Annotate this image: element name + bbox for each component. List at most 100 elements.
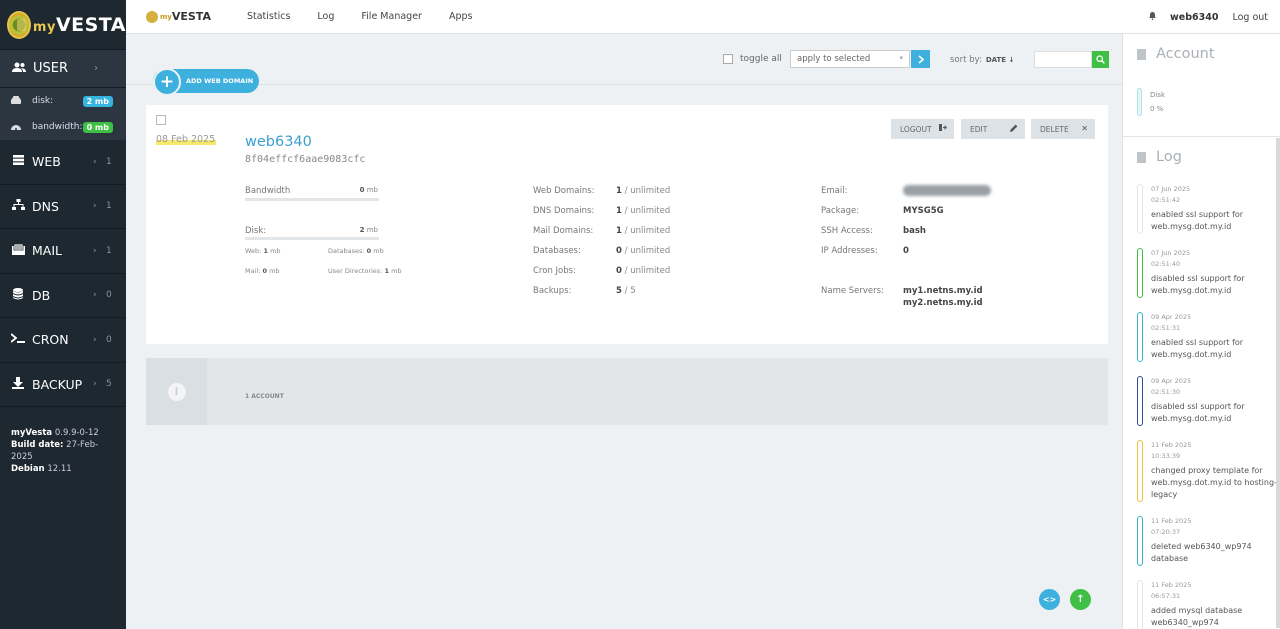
- terminal-icon: [10, 333, 25, 346]
- name-server-1: my1.netns.my.id: [903, 286, 983, 296]
- apply-button[interactable]: [911, 50, 930, 68]
- name-server-2: my2.netns.my.id: [903, 298, 983, 308]
- log-scrollbar[interactable]: [1276, 138, 1280, 628]
- username-link[interactable]: web6340: [1170, 12, 1218, 23]
- backups-value: 5 / 5: [616, 286, 636, 296]
- bulk-action-select[interactable]: apply to selected ▾: [790, 50, 910, 68]
- summary-icon-area: i: [146, 358, 207, 425]
- disk-user-directories: User Directories: 1 mb: [328, 267, 402, 275]
- top-logo[interactable]: my VESTA: [146, 10, 211, 23]
- version-info: myVesta 0.9.9-0-12 Build date: 27-Feb-20…: [11, 428, 99, 474]
- edit-button[interactable]: EDIT: [961, 119, 1025, 139]
- log-entry[interactable]: 11 Feb 2025 10:33:39 changed proxy templ…: [1137, 440, 1277, 516]
- nav-apps[interactable]: Apps: [449, 11, 473, 22]
- toolbar: toggle all apply to selected ▾ sort by: D…: [126, 34, 1122, 96]
- ssh-access-value: bash: [903, 226, 926, 236]
- log-entry[interactable]: 09 Apr 2025 02:51:30 disabled ssl suppor…: [1137, 376, 1277, 440]
- disk-databases: Databases: 0 mb: [328, 247, 384, 255]
- logout-link[interactable]: Log out: [1232, 12, 1268, 23]
- created-date: 08 Feb 2025: [156, 134, 217, 145]
- mail-domains-value: 1 / unlimited: [616, 226, 671, 236]
- dns-domains-label: DNS Domains:: [533, 206, 595, 216]
- bandwidth-stat: bandwidth: 0 mb: [0, 114, 126, 140]
- nav-log[interactable]: Log: [317, 11, 334, 22]
- close-icon: ✕: [1081, 124, 1088, 133]
- top-navigation: my VESTA Statistics Log File Manager Apps…: [126, 0, 1280, 34]
- server-icon: [11, 155, 25, 168]
- user-card: 08 Feb 2025 web6340 8f04effcf6aae9083cfc…: [146, 105, 1108, 344]
- sidebar-item-web[interactable]: WEB › 1: [0, 140, 126, 185]
- sidebar-item-backup[interactable]: BACKUP › 5: [0, 363, 126, 407]
- sort-value[interactable]: DATE ↓: [986, 56, 1015, 64]
- search-input[interactable]: [1034, 51, 1092, 68]
- chevron-right-icon: ›: [93, 201, 97, 212]
- package-label: Package:: [821, 206, 860, 216]
- download-icon: [11, 376, 25, 392]
- user-section: USER › disk: 2 mb bandwidth: 0 mb: [0, 50, 126, 140]
- search-button[interactable]: [1092, 51, 1109, 68]
- log-entry[interactable]: 09 Apr 2025 02:51:31 enabled ssl support…: [1137, 312, 1277, 376]
- databases-value: 0 / unlimited: [616, 246, 671, 256]
- code-icon[interactable]: <>: [1039, 589, 1060, 610]
- ssh-access-label: SSH Access:: [821, 226, 873, 236]
- delete-button[interactable]: DELETE ✕: [1031, 119, 1095, 139]
- disk-value: 2 mb: [359, 226, 378, 234]
- ip-addresses-label: IP Addresses:: [821, 246, 878, 256]
- summary-bar: i 1 ACCOUNT: [146, 358, 1108, 425]
- database-icon: [11, 287, 25, 303]
- chevron-right-icon: ›: [93, 156, 97, 167]
- bandwidth-value: 0 mb: [359, 186, 378, 194]
- plus-icon[interactable]: +: [153, 68, 181, 96]
- sidebar-item-db[interactable]: DB › 0: [0, 274, 126, 318]
- toggle-all[interactable]: toggle all: [723, 54, 782, 64]
- sign-out-icon: [939, 124, 948, 133]
- sort-by[interactable]: sort by: DATE ↓: [950, 55, 1014, 65]
- disk-bar: [245, 237, 379, 240]
- sidebar-item-mail[interactable]: MAIL › 1: [0, 229, 126, 274]
- panel-disk: Disk 0 %: [1137, 88, 1280, 116]
- log-entry[interactable]: 11 Feb 2025 07:20:37 deleted web6340_wp9…: [1137, 516, 1277, 580]
- sidebar-logo[interactable]: myVESTA: [0, 0, 126, 50]
- bandwidth-bar: [245, 198, 379, 201]
- document-icon: [1137, 48, 1146, 60]
- bell-icon[interactable]: [1148, 11, 1156, 23]
- chevron-right-icon: ›: [93, 334, 97, 345]
- sidebar-item-cron[interactable]: CRON › 0: [0, 318, 126, 363]
- bandwidth-badge: 0 mb: [82, 121, 113, 133]
- package-value: MYSG5G: [903, 206, 944, 216]
- log-entry[interactable]: 11 Feb 2025 06:57:31 added mysql databas…: [1137, 580, 1277, 629]
- row-checkbox[interactable]: [156, 115, 166, 125]
- dns-domains-value: 1 / unlimited: [616, 206, 671, 216]
- panel-disk-label: Disk: [1150, 91, 1166, 99]
- disk-mail: Mail: 0 mb: [245, 267, 280, 275]
- dashboard-icon: [11, 122, 23, 133]
- scroll-top-icon[interactable]: ↑: [1070, 589, 1091, 610]
- chevron-right-icon: ›: [93, 245, 97, 256]
- toggle-all-checkbox[interactable]: [723, 54, 733, 64]
- web-domains-value: 1 / unlimited: [616, 186, 671, 196]
- vesta-logo-icon: [146, 10, 158, 23]
- account-panel-header: Account: [1123, 34, 1280, 74]
- disk-web: Web: 1 mb: [245, 247, 281, 255]
- hdd-icon: [11, 95, 23, 107]
- backups-label: Backups:: [533, 286, 572, 296]
- chevron-right-icon: ›: [93, 290, 97, 301]
- disk-usage-bar: [1137, 88, 1142, 116]
- chevron-right-icon: ›: [94, 63, 98, 74]
- account-name[interactable]: web6340: [245, 134, 312, 150]
- sidebar-item-user[interactable]: USER ›: [0, 50, 126, 88]
- top-user-area: web6340 Log out: [1148, 0, 1268, 34]
- name-servers-label: Name Servers:: [821, 286, 884, 296]
- email-redacted: [903, 185, 991, 196]
- sidebar-item-label: USER: [33, 61, 69, 76]
- nav-file-manager[interactable]: File Manager: [361, 11, 422, 22]
- logout-button[interactable]: LOGOUT: [891, 119, 954, 139]
- log-entry[interactable]: 07 Jun 2025 02:51:40 disabled ssl suppor…: [1137, 248, 1277, 312]
- log-entry[interactable]: 07 Jun 2025 02:51:42 enabled ssl support…: [1137, 184, 1277, 248]
- disk-label: Disk:: [245, 226, 267, 236]
- inbox-icon: [11, 243, 25, 258]
- sitemap-icon: [11, 199, 25, 213]
- nav-statistics[interactable]: Statistics: [247, 11, 290, 22]
- ip-addresses-value: 0: [903, 246, 909, 256]
- sidebar-item-dns[interactable]: DNS › 1: [0, 185, 126, 229]
